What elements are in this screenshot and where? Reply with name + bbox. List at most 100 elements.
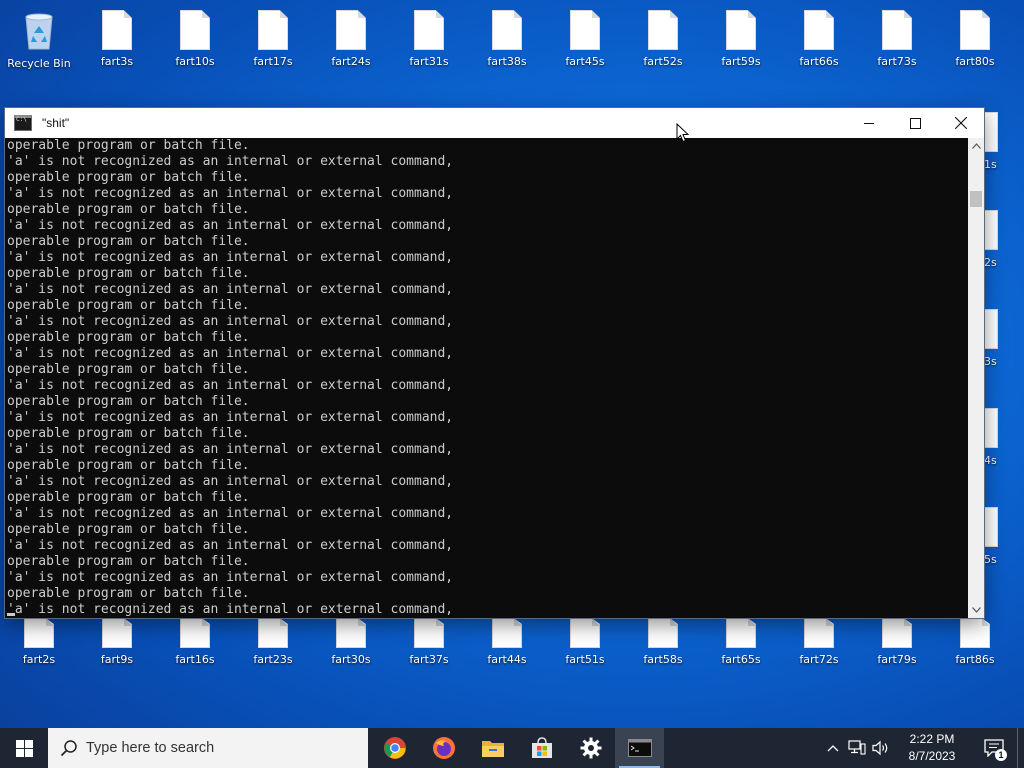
recycle-bin-icon <box>19 8 59 52</box>
desktop-icon-label: fart17s <box>253 55 293 68</box>
show-desktop-button[interactable] <box>1017 728 1024 768</box>
command-prompt-icon <box>627 739 652 757</box>
file-icon <box>882 10 912 50</box>
command-prompt-icon <box>14 115 32 131</box>
desktop-icon-recycle-bin[interactable]: Recycle Bin <box>1 0 77 71</box>
vertical-scrollbar[interactable] <box>968 138 984 618</box>
taskbar-file-explorer-button[interactable] <box>468 728 517 768</box>
clock-time: 2:22 PM <box>909 732 955 746</box>
file-icon <box>414 618 444 648</box>
show-hidden-icons-button[interactable] <box>821 728 845 768</box>
file-icon <box>180 618 210 648</box>
file-icon <box>414 10 444 50</box>
search-icon <box>60 739 78 757</box>
file-icon <box>882 618 912 648</box>
maximize-button[interactable] <box>892 108 938 138</box>
speaker-icon <box>872 740 888 756</box>
console-text: operable program or batch file. 'a' is n… <box>7 138 454 617</box>
settings-icon <box>580 737 601 759</box>
command-prompt-window[interactable]: "shit" operable program or batch file. '… <box>5 108 984 618</box>
desktop-icon-file[interactable]: fart38s <box>469 0 545 69</box>
start-button[interactable] <box>0 728 48 768</box>
desktop-icon-file[interactable]: fart73s <box>859 0 935 69</box>
window-title: "shit" <box>42 116 70 130</box>
close-button[interactable] <box>938 108 984 138</box>
desktop-icon-label: fart24s <box>331 55 371 68</box>
desktop-icon-file[interactable]: fart24s <box>313 0 389 69</box>
taskbar-store-button[interactable] <box>517 728 566 768</box>
desktop-icon-label: fart65s <box>721 653 761 666</box>
firefox-icon <box>432 737 455 759</box>
taskbar-firefox-button[interactable] <box>419 728 468 768</box>
file-icon[interactable] <box>984 309 998 349</box>
desktop-icon-label: fart73s <box>877 55 917 68</box>
desktop-icon-label: fart66s <box>799 55 839 68</box>
scrollbar-thumb[interactable] <box>970 191 982 207</box>
taskbar-settings-button[interactable] <box>566 728 615 768</box>
close-icon <box>955 117 967 129</box>
mouse-pointer-icon <box>676 123 690 143</box>
network-button[interactable] <box>845 728 869 768</box>
desktop-icon-file[interactable]: fart52s <box>625 0 701 69</box>
file-icon <box>648 10 678 50</box>
desktop-icon-label: fart72s <box>799 653 839 666</box>
desktop-icon-label: fart3s <box>100 55 134 68</box>
desktop-icon-file[interactable]: fart3s <box>79 0 155 69</box>
windows-logo-icon <box>15 739 33 757</box>
chevron-up-icon <box>971 143 981 149</box>
taskbar: Type here to search 2:22 PM 8/7/2023 1 <box>0 728 1024 768</box>
action-center-button[interactable]: 1 <box>971 728 1017 768</box>
taskbar-search-box[interactable]: Type here to search <box>48 728 368 768</box>
chevron-down-icon <box>971 607 981 613</box>
file-icon[interactable] <box>984 408 998 448</box>
file-icon <box>492 618 522 648</box>
scroll-up-button[interactable] <box>968 138 984 154</box>
desktop-icon-label: fart79s <box>877 653 917 666</box>
title-bar[interactable]: "shit" <box>5 108 984 138</box>
desktop-icon-label: 2s <box>984 256 997 269</box>
desktop-icon-label: fart10s <box>175 55 215 68</box>
taskbar-chrome-button[interactable] <box>370 728 419 768</box>
file-icon[interactable] <box>984 112 998 152</box>
desktop-icon-label: fart80s <box>955 55 995 68</box>
scroll-down-button[interactable] <box>968 602 984 618</box>
search-placeholder: Type here to search <box>86 740 215 756</box>
file-icon <box>336 618 366 648</box>
desktop-icon-label: 5s <box>984 553 997 566</box>
desktop-icon-label: fart59s <box>721 55 761 68</box>
console-output[interactable]: operable program or batch file. 'a' is n… <box>5 138 968 618</box>
file-icon[interactable] <box>984 507 998 547</box>
taskbar-clock[interactable]: 2:22 PM 8/7/2023 <box>893 731 971 765</box>
maximize-icon <box>909 117 921 129</box>
clock-date: 8/7/2023 <box>908 749 956 763</box>
desktop-icon-label: fart44s <box>487 653 527 666</box>
minimize-button[interactable] <box>846 108 892 138</box>
file-icon <box>648 618 678 648</box>
desktop-icon-file[interactable]: fart17s <box>235 0 311 69</box>
chevron-up-icon <box>827 745 839 752</box>
desktop-icon-label: fart2s <box>22 653 56 666</box>
desktop-icon-label: fart16s <box>175 653 215 666</box>
desktop-icon-label: 4s <box>984 454 997 467</box>
desktop-icon-label: fart38s <box>487 55 527 68</box>
file-icon <box>804 618 834 648</box>
desktop-icon-file[interactable]: fart66s <box>781 0 857 69</box>
desktop-icon-file[interactable]: fart80s <box>937 0 1013 69</box>
desktop-icon-label: fart45s <box>565 55 605 68</box>
file-icon <box>336 10 366 50</box>
file-icon[interactable] <box>984 210 998 250</box>
desktop-icon-file[interactable]: fart10s <box>157 0 233 69</box>
desktop-icon-file[interactable]: fart45s <box>547 0 623 69</box>
file-icon <box>492 10 522 50</box>
file-icon <box>960 10 990 50</box>
volume-button[interactable] <box>869 728 893 768</box>
file-icon <box>258 10 288 50</box>
desktop-icon-file[interactable]: fart31s <box>391 0 467 69</box>
desktop-icon-file[interactable]: fart59s <box>703 0 779 69</box>
chrome-icon <box>383 737 406 759</box>
file-icon <box>102 10 132 50</box>
file-icon <box>570 618 600 648</box>
desktop-icon-label: Recycle Bin <box>7 57 71 70</box>
taskbar-command-prompt-button[interactable] <box>615 728 664 768</box>
desktop-icon-label: fart9s <box>100 653 134 666</box>
